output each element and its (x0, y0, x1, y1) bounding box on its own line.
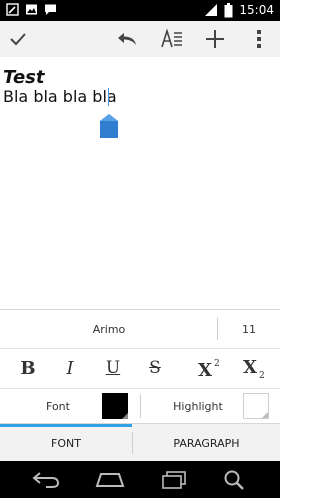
edit-notification-icon (6, 3, 19, 16)
tab-font[interactable]: FONT (0, 424, 132, 462)
font-color-swatch[interactable] (102, 393, 128, 419)
divider (140, 394, 141, 418)
battery-icon (224, 2, 233, 17)
font-row: Arimo 11 (0, 310, 280, 349)
svg-text:2: 2 (214, 359, 220, 369)
subscript-icon: X 2 (243, 357, 265, 380)
bold-button[interactable]: B (10, 348, 46, 388)
add-icon (206, 30, 224, 48)
status-time: 15:04 (239, 3, 274, 17)
image-notification-icon (26, 4, 37, 15)
editor-toolbar (0, 21, 280, 58)
tab-paragraph[interactable]: PARAGRAPH (133, 424, 280, 462)
insert-button[interactable] (198, 21, 232, 57)
overflow-menu-button[interactable] (244, 21, 274, 57)
recent-apps-button[interactable] (150, 461, 198, 498)
superscript-button[interactable]: X 2 (188, 348, 232, 388)
svg-text:X: X (243, 357, 257, 378)
svg-text:X: X (198, 360, 212, 379)
undo-icon (118, 33, 136, 45)
dropdown-corner-icon (122, 413, 128, 419)
text-format-button[interactable] (155, 21, 189, 57)
format-tabs: FONT PARAGRAPH (0, 423, 280, 462)
highlight-label: Highlight (173, 399, 223, 413)
cursor-handle-icon[interactable] (100, 114, 118, 138)
status-bar: 15:04 (0, 0, 280, 21)
underline-button[interactable]: U (95, 348, 131, 388)
document-editor[interactable]: Test Bla bla bla bla (0, 57, 280, 309)
font-color-label: Font (46, 399, 70, 413)
back-button[interactable] (22, 461, 70, 498)
done-button[interactable] (0, 21, 36, 57)
style-buttons-row: B I U S X 2 X 2 (0, 348, 280, 389)
check-icon (10, 33, 26, 46)
format-panel: Arimo 11 B I U S X 2 X 2 Font Highlight (0, 309, 280, 424)
back-arrow-icon (32, 471, 60, 488)
svg-text:2: 2 (259, 371, 265, 380)
document-body-text[interactable]: Bla bla bla bla (3, 87, 117, 106)
font-size-selector[interactable]: 11 (218, 310, 280, 348)
search-button[interactable] (210, 461, 258, 498)
color-row: Font Highlight (0, 388, 280, 424)
font-family-selector[interactable]: Arimo (0, 310, 218, 348)
document-title[interactable]: Test (3, 67, 44, 88)
strikethrough-button[interactable]: S (137, 348, 173, 388)
text-cursor (108, 88, 109, 106)
search-icon (224, 470, 244, 490)
chat-notification-icon (45, 4, 56, 15)
text-format-icon (161, 29, 182, 48)
subscript-button[interactable]: X 2 (233, 348, 277, 388)
home-icon (95, 472, 125, 487)
superscript-icon: X 2 (198, 359, 220, 379)
signal-icon (205, 4, 218, 16)
home-button[interactable] (86, 461, 134, 498)
dropdown-corner-icon (262, 412, 268, 418)
system-nav-bar (0, 461, 280, 498)
italic-button[interactable]: I (52, 348, 88, 388)
highlight-color-swatch[interactable] (243, 393, 269, 419)
recent-apps-icon (162, 470, 186, 489)
undo-button[interactable] (110, 21, 144, 57)
overflow-menu-icon (257, 30, 261, 48)
